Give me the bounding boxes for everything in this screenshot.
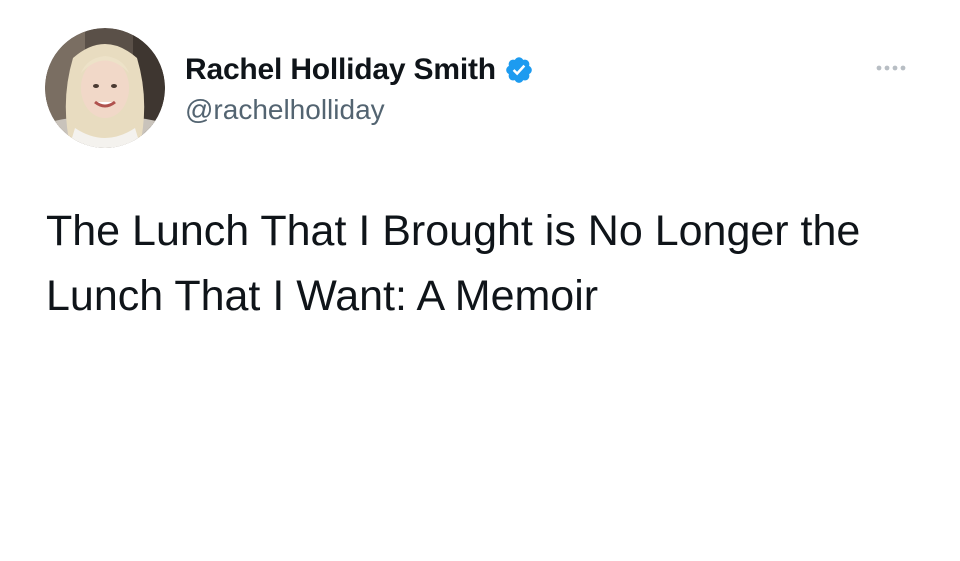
author-handle[interactable]: @rachelholliday [185,94,385,126]
display-name[interactable]: Rachel Holliday Smith [185,53,496,87]
tweet-text: The Lunch That I Brought is No Longer th… [46,207,861,320]
author-row: Rachel Holliday Smith [185,50,534,90]
more-options-button[interactable] [872,56,912,80]
tweet-card: Rachel Holliday Smith @rachelholliday Th… [0,0,960,561]
more-options-icon [876,65,906,71]
avatar-image [45,28,165,148]
avatar[interactable] [45,28,165,148]
verified-badge-icon [504,55,534,85]
